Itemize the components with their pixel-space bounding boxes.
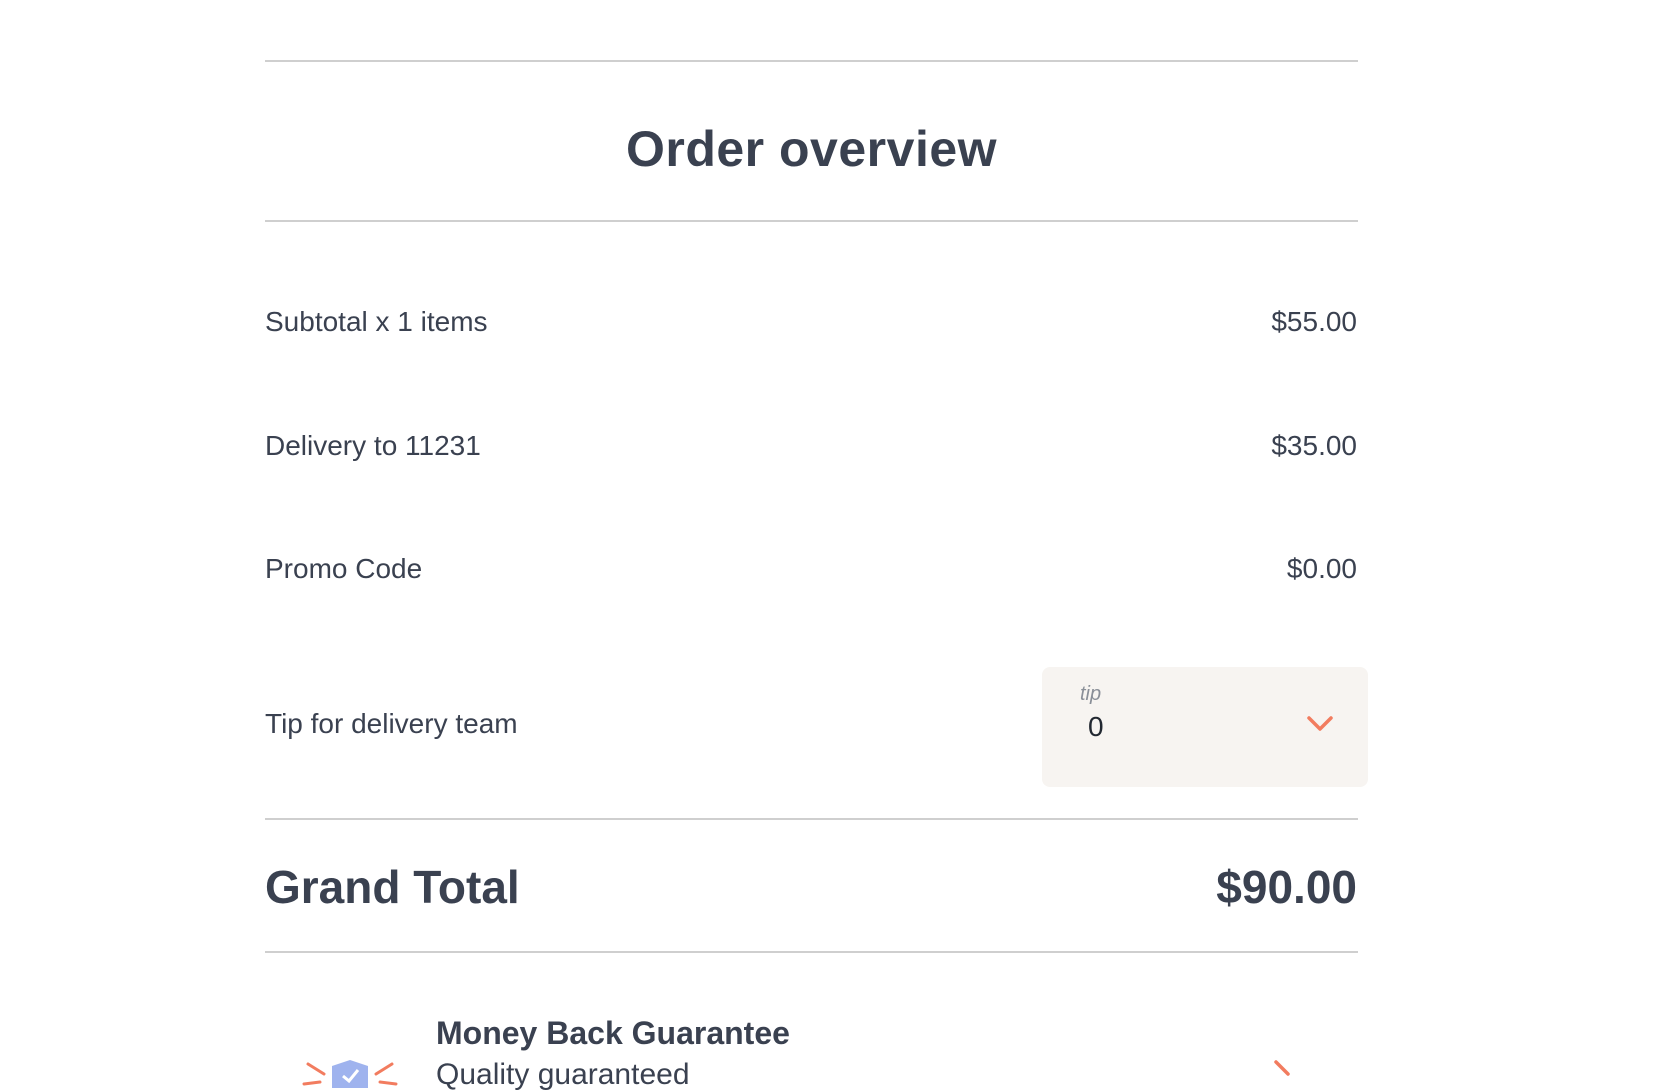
guarantee-title: Money Back Guarantee <box>436 1015 790 1051</box>
delivery-value: $35.00 <box>1271 430 1357 461</box>
shield-check-icon <box>302 1060 398 1088</box>
tip-label: Tip for delivery team <box>265 708 518 739</box>
grand-total-value: $90.00 <box>1216 861 1357 913</box>
total-top-divider <box>265 818 1358 820</box>
subtotal-label: Subtotal x 1 items <box>265 306 488 337</box>
tip-caption: tip <box>1080 683 1102 705</box>
top-divider <box>265 60 1358 62</box>
guarantee-subtitle: Quality guaranteed <box>436 1058 690 1091</box>
subtotal-value: $55.00 <box>1271 306 1357 337</box>
page-title: Order overview <box>625 121 998 177</box>
tip-selected-value: 0 <box>1088 711 1104 742</box>
grand-total-label: Grand Total <box>265 861 520 913</box>
chevron-right-icon[interactable] <box>1270 1060 1300 1080</box>
promo-code-value: $0.00 <box>1286 553 1357 584</box>
chevron-down-icon[interactable] <box>1306 712 1334 734</box>
total-bottom-divider <box>265 951 1358 953</box>
tip-select[interactable]: tip 0 <box>1042 667 1368 787</box>
title-divider <box>265 220 1358 222</box>
delivery-label: Delivery to 11231 <box>265 430 481 461</box>
promo-code-label: Promo Code <box>265 553 423 584</box>
